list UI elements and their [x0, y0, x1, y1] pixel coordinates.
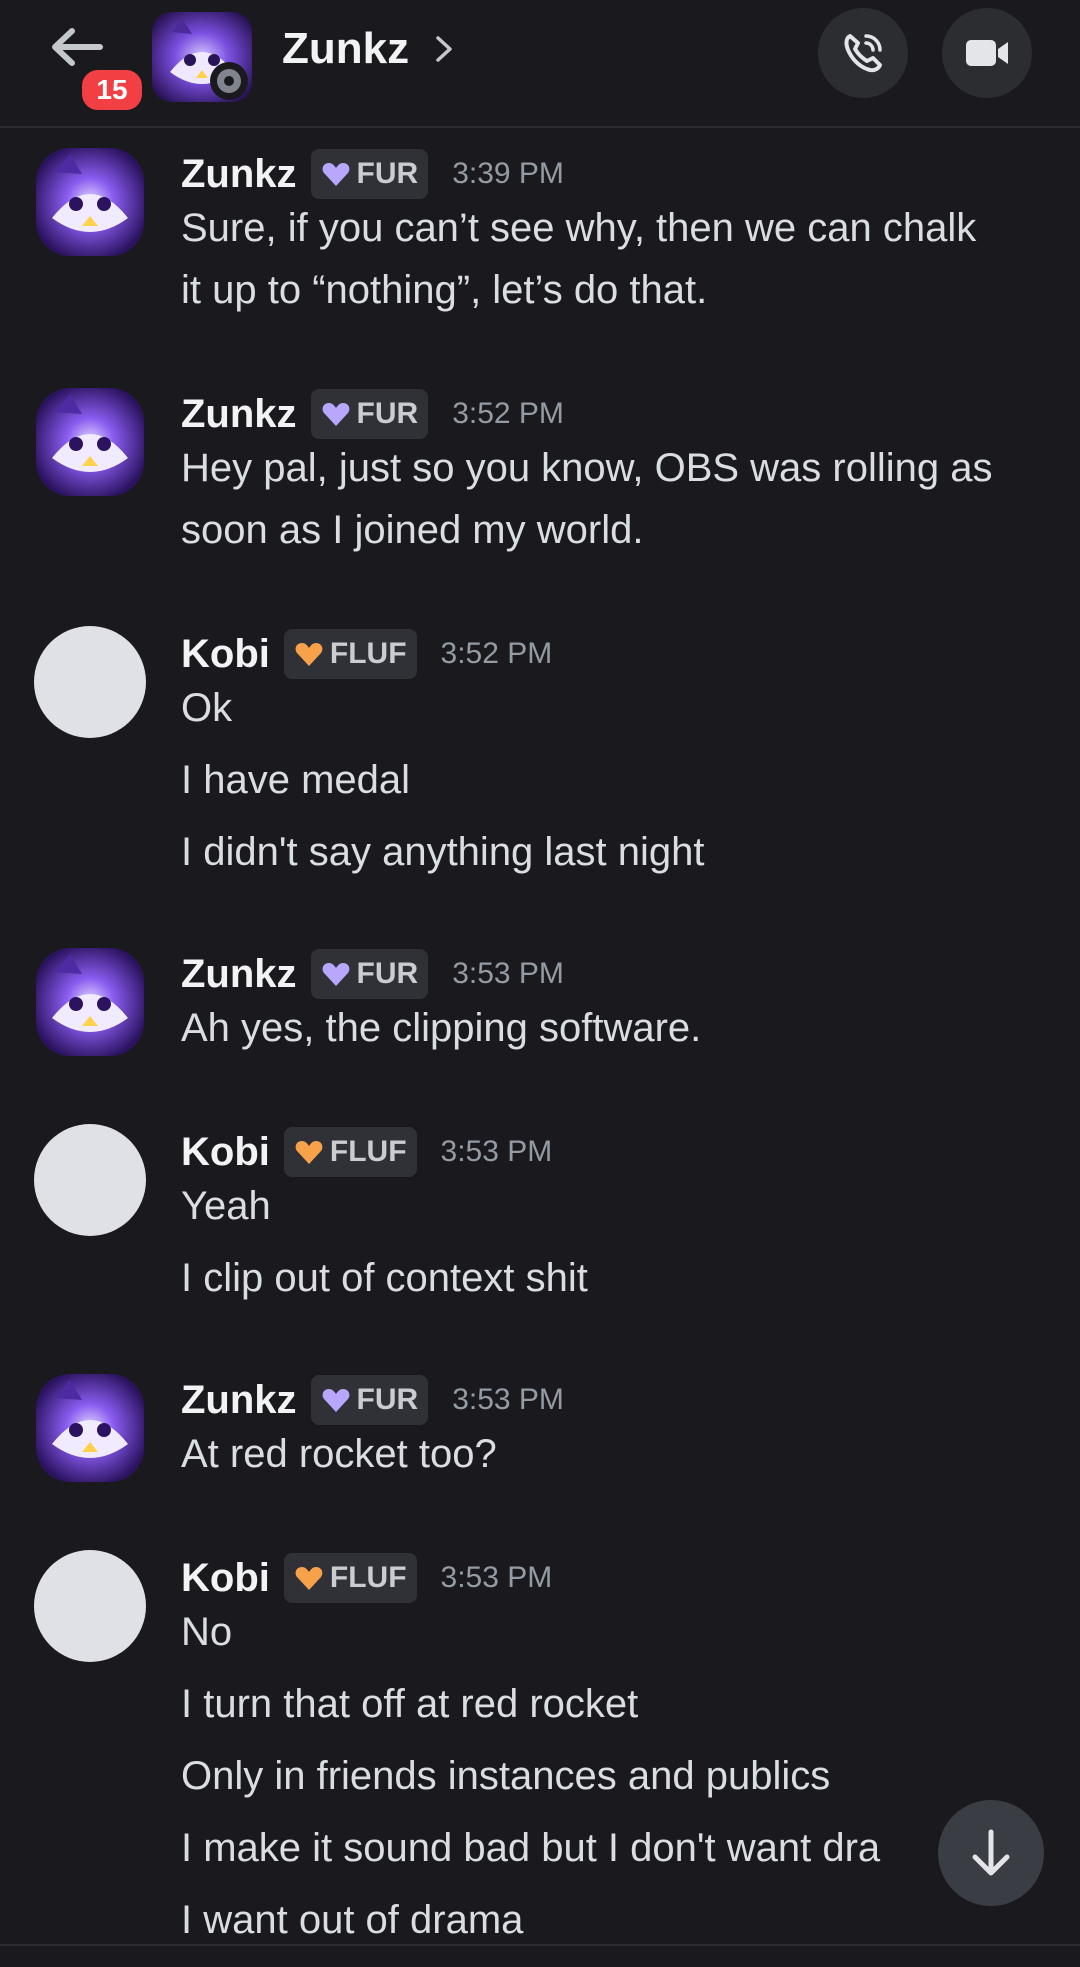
back-arrow-icon — [52, 28, 103, 66]
message-text: Yeah — [181, 1184, 271, 1228]
heart-icon — [295, 1141, 323, 1164]
heart-icon — [322, 403, 349, 426]
chat-header: 15 Zunkz — [0, 0, 1080, 128]
unread-badge: 15 — [78, 66, 146, 114]
heart-icon — [295, 1567, 323, 1590]
username[interactable]: Zunkz — [181, 152, 297, 197]
timestamp: 3:53 PM — [440, 1135, 553, 1168]
message-text: soon as I joined my world. — [181, 508, 644, 552]
video-camera-icon — [966, 40, 1008, 66]
message-text: it up to “nothing”, let’s do that. — [181, 268, 708, 312]
message-text: I turn that off at red rocket — [181, 1682, 639, 1726]
timestamp: 3:52 PM — [452, 397, 564, 430]
zunkz-avatar[interactable] — [30, 1368, 150, 1488]
message-header: Kobi FLUF 3:53 PM — [181, 1550, 552, 1606]
username[interactable]: Kobi — [181, 1556, 270, 1601]
message-text: At red rocket too? — [181, 1432, 497, 1476]
message-text: Sure, if you can’t see why, then we can … — [181, 206, 977, 250]
timestamp: 3:53 PM — [452, 1383, 564, 1416]
user-tag[interactable]: FUR — [310, 389, 429, 439]
zunkz-avatar[interactable] — [30, 942, 150, 1062]
username[interactable]: Kobi — [181, 1130, 270, 1175]
status-indicator — [210, 62, 248, 100]
message-text: I make it sound bad but I don't want dra — [181, 1826, 881, 1870]
message-header: Zunkz FUR 3:52 PM — [181, 386, 564, 442]
tag-label: FUR — [356, 957, 419, 990]
voice-call-button[interactable] — [818, 8, 908, 98]
username[interactable]: Zunkz — [181, 392, 297, 437]
bottom-divider — [0, 1944, 1080, 1967]
heart-icon — [295, 643, 323, 666]
message-text: I clip out of context shit — [181, 1256, 588, 1300]
message-text: I want out of drama — [181, 1898, 524, 1942]
zunkz-avatar[interactable] — [30, 382, 150, 502]
message-header: Kobi FLUF 3:53 PM — [181, 1124, 552, 1180]
chevron-right-icon — [436, 36, 452, 62]
kobi-avatar[interactable] — [34, 1550, 146, 1662]
message-header: Zunkz FUR 3:53 PM — [181, 1372, 564, 1428]
message-text: Ok — [181, 686, 233, 730]
tag-label: FLUF — [329, 1561, 407, 1594]
kobi-avatar[interactable] — [34, 626, 146, 738]
user-tag[interactable]: FUR — [310, 1375, 429, 1425]
header-title[interactable]: Zunkz — [282, 24, 409, 74]
tag-label: FLUF — [329, 1135, 407, 1168]
heart-icon — [322, 163, 349, 186]
timestamp: 3:39 PM — [452, 157, 564, 190]
tag-label: FUR — [356, 157, 419, 190]
timestamp: 3:52 PM — [440, 637, 553, 670]
user-tag[interactable]: FUR — [310, 149, 429, 199]
tag-label: FUR — [356, 1383, 419, 1416]
user-tag[interactable]: FUR — [310, 949, 429, 999]
username[interactable]: Zunkz — [181, 952, 297, 997]
message-text: No — [181, 1610, 233, 1654]
heart-icon — [322, 963, 349, 986]
timestamp: 3:53 PM — [452, 957, 564, 990]
message-text: Ah yes, the clipping software. — [181, 1006, 702, 1050]
phone-call-icon — [844, 34, 882, 73]
message-header: Kobi FLUF 3:52 PM — [181, 626, 552, 682]
message-text: I didn't say anything last night — [181, 830, 705, 874]
message-header: Zunkz FUR 3:53 PM — [181, 946, 564, 1002]
heart-icon — [322, 1389, 349, 1412]
user-tag[interactable]: FLUF — [283, 1553, 417, 1603]
timestamp: 3:53 PM — [440, 1561, 553, 1594]
jump-to-present-button[interactable] — [938, 1800, 1044, 1906]
arrow-down-icon — [972, 1829, 1010, 1876]
tag-label: FUR — [356, 397, 419, 430]
message-text: Hey pal, just so you know, OBS was rolli… — [181, 446, 993, 490]
message-text: Only in friends instances and publics — [181, 1754, 831, 1798]
zunkz-avatar[interactable] — [30, 142, 150, 262]
video-call-button[interactable] — [942, 8, 1032, 98]
kobi-avatar[interactable] — [34, 1124, 146, 1236]
username[interactable]: Kobi — [181, 632, 270, 677]
user-tag[interactable]: FLUF — [283, 629, 417, 679]
tag-label: FLUF — [329, 637, 407, 670]
username[interactable]: Zunkz — [181, 1378, 297, 1423]
user-tag[interactable]: FLUF — [283, 1127, 417, 1177]
message-header: Zunkz FUR 3:39 PM — [181, 146, 564, 202]
message-text: I have medal — [181, 758, 411, 802]
